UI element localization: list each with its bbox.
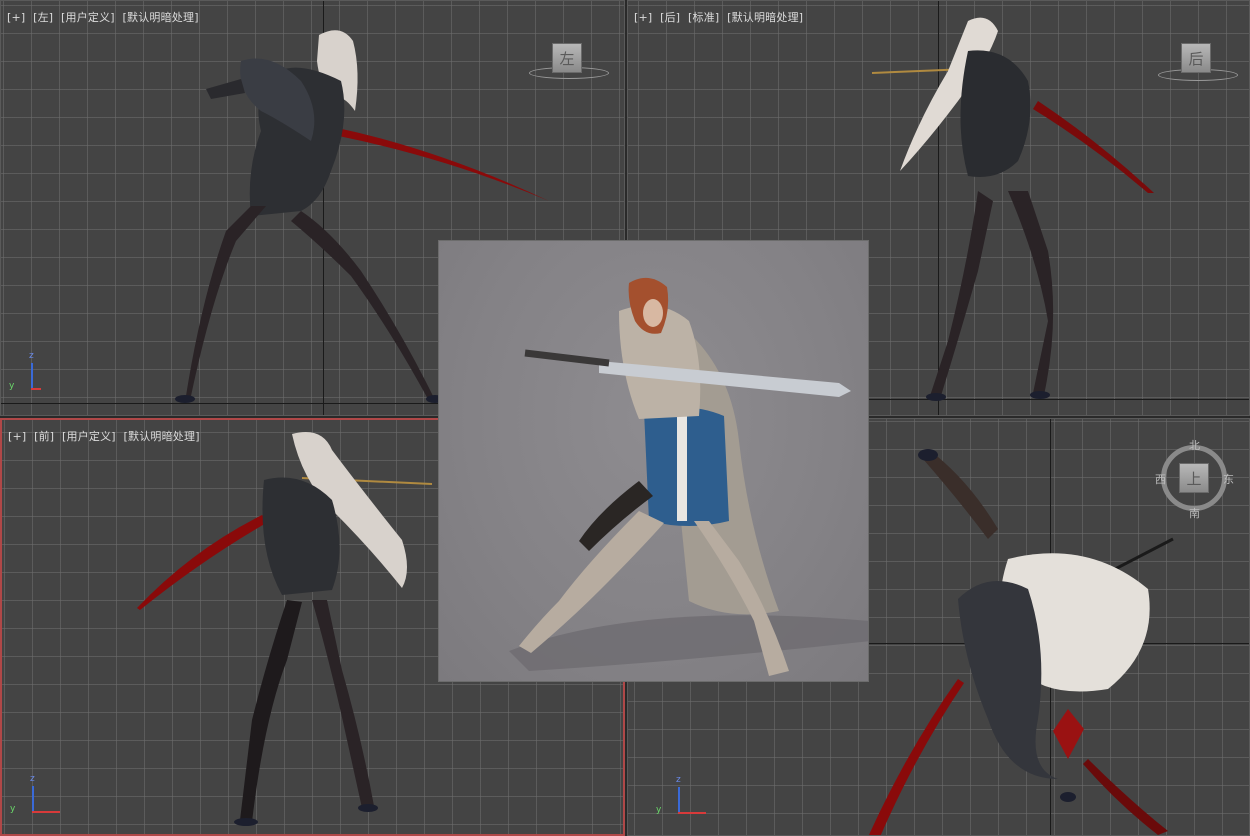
compass-south-label[interactable]: 南 — [1189, 505, 1200, 521]
viewport-shading-menu[interactable]: [标准] — [688, 11, 719, 24]
viewcube-icon[interactable]: 后 — [1181, 43, 1211, 73]
red-sword-blade — [137, 515, 268, 610]
viewport-point-of-view-menu[interactable]: [后] — [660, 11, 680, 24]
viewport-lighting-menu[interactable]: [默认明暗处理] — [727, 11, 803, 24]
red-sword-blade — [1033, 101, 1154, 193]
viewcube-icon[interactable]: 上 — [1179, 463, 1209, 493]
compass-north-label[interactable]: 北 — [1189, 437, 1200, 453]
axis-gizmo-icon: zy — [5, 351, 45, 397]
axis-gizmo-icon: zy — [6, 774, 60, 820]
viewport-lighting-menu[interactable]: [默认明暗处理] — [123, 11, 199, 24]
viewport-menu-plus[interactable]: [+] — [8, 430, 26, 443]
compass-west-label[interactable]: 西 — [1155, 471, 1166, 487]
viewport-back-label: [+] [后] [标准] [默认明暗处理] — [634, 9, 807, 25]
viewport-front-label: [+] [前] [用户定义] [默认明暗处理] — [8, 428, 204, 444]
compass-east-label[interactable]: 东 — [1223, 471, 1234, 487]
viewport-point-of-view-menu[interactable]: [左] — [33, 11, 53, 24]
viewport-menu-plus[interactable]: [+] — [7, 11, 25, 24]
viewcube-icon[interactable]: 左 — [552, 43, 582, 73]
viewport-lighting-menu[interactable]: [默认明暗处理] — [124, 430, 200, 443]
rendered-knight-image — [509, 277, 868, 676]
viewport-menu-plus[interactable]: [+] — [634, 11, 652, 24]
render-preview-window[interactable] — [438, 240, 869, 682]
viewport-point-of-view-menu[interactable]: [前] — [34, 430, 54, 443]
viewport-left-label: [+] [左] [用户定义] [默认明暗处理] — [7, 9, 203, 25]
red-sword-blade — [868, 679, 964, 835]
axis-gizmo-icon: zy — [652, 775, 706, 821]
viewport-shading-menu[interactable]: [用户定义] — [61, 11, 115, 24]
viewport-shading-menu[interactable]: [用户定义] — [62, 430, 116, 443]
